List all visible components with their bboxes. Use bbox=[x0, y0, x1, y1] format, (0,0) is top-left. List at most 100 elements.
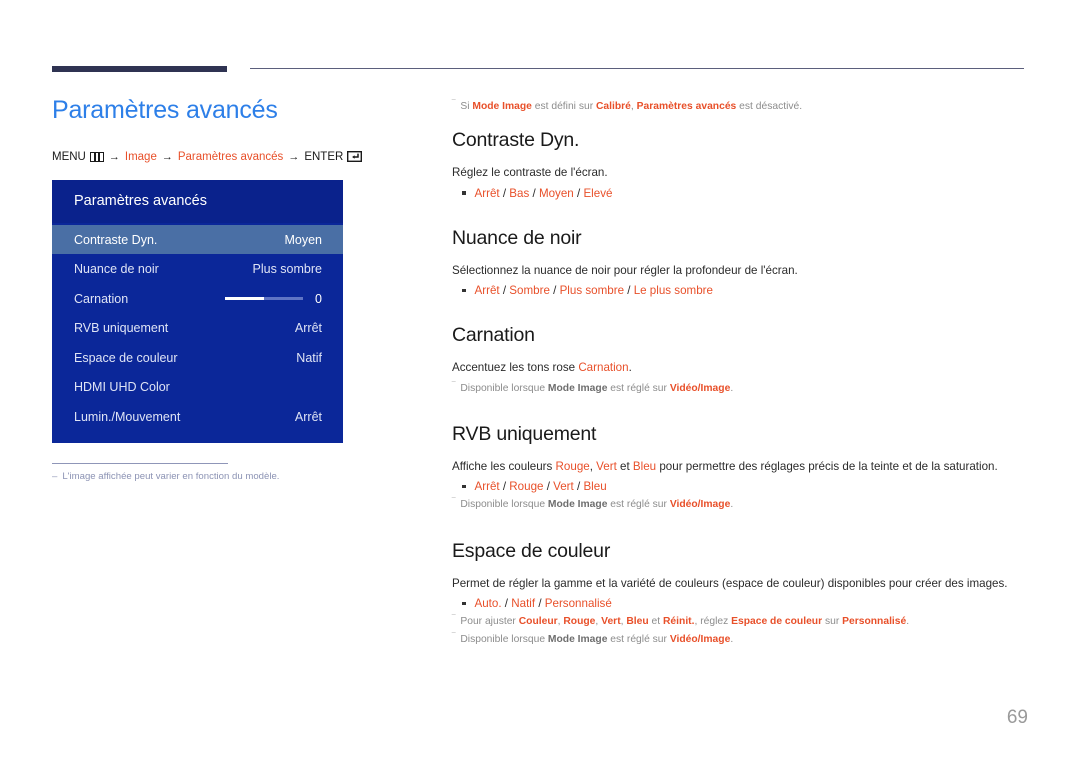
option-value[interactable]: Bas bbox=[509, 187, 529, 200]
option-value[interactable]: Arrêt bbox=[475, 187, 500, 200]
section-options-nuance-de-noir: Arrêt / Sombre / Plus sombre / Le plus s… bbox=[462, 284, 1027, 297]
section-note-espace-de-couleur-2: ‾ Disponible lorsque Mode Image est régl… bbox=[452, 632, 1027, 647]
osd-footnote-text: L'image affichée peut varier en fonction… bbox=[62, 471, 280, 483]
option-value[interactable]: Elevé bbox=[583, 187, 612, 200]
breadcrumb-item-parametres-avances[interactable]: Paramètres avancés bbox=[178, 151, 283, 163]
breadcrumb-arrow-2: → bbox=[161, 150, 173, 163]
option-value[interactable]: Le plus sombre bbox=[634, 284, 713, 297]
enter-return-icon bbox=[347, 151, 363, 163]
breadcrumb-menu-label: MENU bbox=[52, 150, 86, 163]
section-heading-carnation: Carnation bbox=[452, 324, 535, 347]
header-rule-thin bbox=[250, 68, 1024, 69]
osd-menu-panel: Paramètres avancés Contraste Dyn. Moyen Nu… bbox=[52, 179, 343, 444]
option-value[interactable]: Plus sombre bbox=[560, 284, 624, 297]
section-heading-nuance-de-noir: Nuance de noir bbox=[452, 226, 582, 249]
page-number: 69 bbox=[1006, 707, 1028, 728]
option-separator: / bbox=[499, 186, 510, 200]
header-rule-thick bbox=[52, 66, 227, 72]
breadcrumb-enter-label: ENTER bbox=[304, 150, 344, 163]
osd-footnote-mark: – bbox=[52, 471, 58, 483]
osd-row-label: Carnation bbox=[74, 291, 129, 306]
osd-row[interactable]: Carnation 0 bbox=[52, 284, 343, 314]
note-mark-icon: ‾ bbox=[452, 614, 456, 626]
option-separator: / bbox=[529, 186, 539, 200]
option-list-espace-de-couleur: Auto. / Natif / Personnalisé bbox=[475, 597, 612, 610]
section-heading-espace-de-couleur: Espace de couleur bbox=[452, 539, 611, 562]
option-value[interactable]: Moyen bbox=[539, 187, 574, 200]
option-list-nuance-de-noir: Arrêt / Sombre / Plus sombre / Le plus s… bbox=[475, 284, 713, 297]
option-separator: / bbox=[543, 480, 554, 494]
osd-row-value: Moyen bbox=[284, 232, 322, 247]
osd-row-list: Contraste Dyn. Moyen Nuance de noir Plus so… bbox=[52, 224, 343, 432]
osd-row-label: Lumin./Mouvement bbox=[74, 409, 181, 424]
menu-grid-icon bbox=[89, 151, 104, 162]
section-desc-contraste-dyn: Réglez le contraste de l'écran. bbox=[452, 166, 608, 180]
breadcrumb: MENU → Image → Paramètres avancés → ENTE… bbox=[52, 151, 402, 163]
option-separator: / bbox=[624, 284, 634, 298]
bullet-dot-icon bbox=[462, 601, 466, 606]
option-separator: / bbox=[499, 284, 510, 298]
osd-row[interactable]: HDMI UHD Color bbox=[52, 372, 343, 402]
osd-row[interactable]: Nuance de noir Plus sombre bbox=[52, 254, 343, 284]
section-options-contraste-dyn: Arrêt / Bas / Moyen / Elevé bbox=[462, 187, 1027, 200]
section-note-espace-de-couleur-1: ‾ Pour ajuster Couleur, Rouge, Vert, Ble… bbox=[452, 614, 1027, 629]
option-value[interactable]: Natif bbox=[511, 597, 535, 610]
osd-row-label: Contraste Dyn. bbox=[74, 232, 158, 247]
breadcrumb-item-image[interactable]: Image bbox=[125, 151, 157, 163]
option-value[interactable]: Bleu bbox=[583, 480, 606, 493]
slider-track[interactable] bbox=[225, 296, 303, 301]
section-note-rvb-uniquement-text: Disponible lorsque Mode Image est réglé … bbox=[460, 499, 734, 511]
osd-row[interactable]: Espace de couleur Natif bbox=[52, 343, 343, 373]
option-value[interactable]: Vert bbox=[553, 480, 574, 493]
section-heading-rvb-uniquement: RVB uniquement bbox=[452, 423, 597, 446]
osd-row[interactable]: RVB uniquement Arrêt bbox=[52, 313, 343, 343]
section-options-rvb-uniquement: Arrêt / Rouge / Vert / Bleu bbox=[462, 480, 1027, 493]
osd-row-label: Espace de couleur bbox=[74, 350, 178, 365]
note-mark-icon: ‾ bbox=[452, 99, 456, 110]
section-desc-espace-de-couleur: Permet de régler la gamme et la variété … bbox=[452, 576, 1008, 590]
option-value[interactable]: Sombre bbox=[509, 284, 550, 297]
section-desc-rvb-uniquement: Affiche les couleurs Rouge, Vert et Bleu… bbox=[452, 460, 998, 474]
bullet-dot-icon bbox=[462, 288, 466, 293]
option-separator: / bbox=[573, 186, 584, 200]
option-separator: / bbox=[549, 284, 560, 298]
breadcrumb-arrow-1: → bbox=[108, 150, 120, 163]
option-separator: / bbox=[535, 597, 545, 611]
option-value[interactable]: Arrêt bbox=[475, 284, 500, 297]
option-value[interactable]: Arrêt bbox=[475, 480, 500, 493]
osd-header: Paramètres avancés bbox=[52, 179, 343, 223]
note-mark-icon: ‾ bbox=[452, 380, 456, 392]
osd-row-label: HDMI UHD Color bbox=[74, 380, 170, 394]
left-column: Paramètres avancés MENU → Image → Paramè… bbox=[52, 96, 402, 482]
option-list-rvb-uniquement: Arrêt / Rouge / Vert / Bleu bbox=[475, 480, 607, 493]
osd-row-label: RVB uniquement bbox=[74, 321, 169, 335]
osd-row-value: Arrêt bbox=[294, 321, 322, 335]
bullet-dot-icon bbox=[462, 191, 466, 195]
osd-footnote: – L'image affichée peut varier en foncti… bbox=[52, 463, 279, 483]
section-note-carnation: ‾ Disponible lorsque Mode Image est régl… bbox=[452, 381, 1027, 396]
note-mark-icon: ‾ bbox=[452, 497, 456, 509]
osd-row-slider[interactable]: 0 bbox=[225, 292, 322, 306]
option-value[interactable]: Auto. bbox=[475, 597, 502, 610]
osd-row-value: Arrêt bbox=[294, 409, 322, 424]
section-desc-nuance-de-noir: Sélectionnez la nuance de noir pour régl… bbox=[452, 263, 798, 277]
bullet-dot-icon bbox=[462, 484, 466, 489]
section-heading-contraste-dyn: Contraste Dyn. bbox=[452, 129, 580, 152]
option-value[interactable]: Rouge bbox=[509, 480, 543, 493]
intro-note-text: Si Mode Image est défini sur Calibré, Pa… bbox=[460, 101, 803, 112]
section-desc-carnation: Accentuez les tons rose Carnation. bbox=[452, 361, 632, 375]
osd-row[interactable]: Contraste Dyn. Moyen bbox=[52, 224, 343, 255]
section-note-rvb-uniquement: ‾ Disponible lorsque Mode Image est régl… bbox=[452, 497, 1027, 512]
osd-row-value: 0 bbox=[315, 291, 322, 306]
right-column: ‾ Si Mode Image est défini sur Calibré, … bbox=[452, 98, 1027, 649]
breadcrumb-arrow-3: → bbox=[288, 150, 300, 163]
section-note-espace-de-couleur-2-text: Disponible lorsque Mode Image est réglé … bbox=[460, 633, 734, 645]
osd-row-value: Natif bbox=[296, 350, 322, 365]
option-list-contraste-dyn: Arrêt / Bas / Moyen / Elevé bbox=[475, 187, 613, 200]
option-separator: / bbox=[573, 480, 584, 494]
section-note-espace-de-couleur-1-text: Pour ajuster Couleur, Rouge, Vert, Bleu … bbox=[460, 616, 910, 628]
osd-row[interactable]: Lumin./Mouvement Arrêt bbox=[52, 402, 343, 432]
option-value[interactable]: Personnalisé bbox=[545, 597, 612, 610]
slider-fill bbox=[225, 296, 264, 301]
option-separator: / bbox=[499, 480, 510, 494]
